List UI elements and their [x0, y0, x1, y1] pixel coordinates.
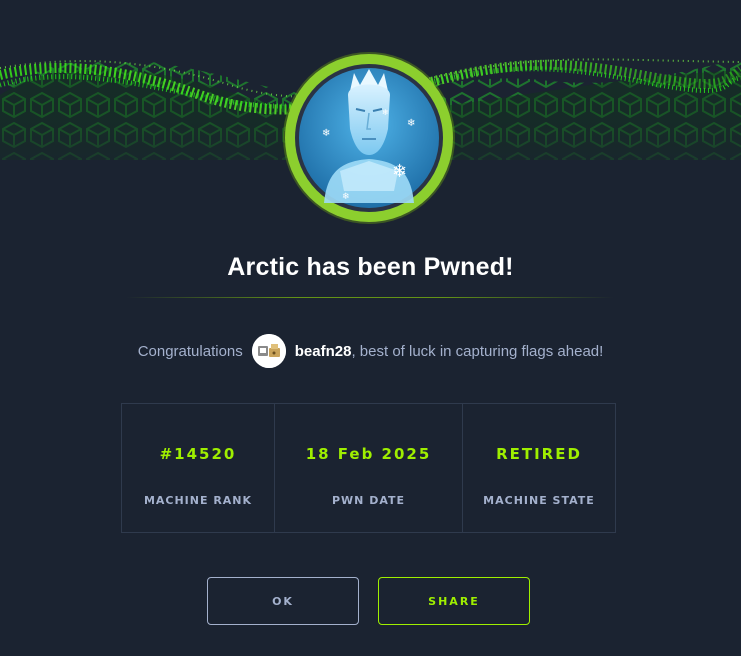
stat-pwn-date: 18 Feb 2025 PWN DATE	[274, 404, 462, 532]
svg-text:❄: ❄	[407, 118, 415, 129]
stat-machine-rank: #14520 MACHINE RANK	[122, 404, 274, 532]
pwn-date-label: PWN DATE	[331, 494, 406, 507]
machine-rank-label: MACHINE RANK	[143, 494, 253, 507]
user-avatar	[251, 334, 286, 368]
stat-machine-state: RETIRED MACHINE STATE	[462, 404, 615, 532]
svg-text:❄: ❄	[322, 128, 330, 139]
ok-button[interactable]: OK	[207, 577, 359, 625]
dialog-title: Arctic has been Pwned!	[227, 253, 514, 281]
congrats-prefix: Congratulations	[137, 342, 243, 360]
machine-avatar: ❄ ❄ ❄ ❄ ❄	[282, 51, 456, 225]
svg-text:❄: ❄	[382, 108, 389, 117]
title-divider	[126, 297, 614, 298]
congrats-suffix: , best of luck in capturing flags ahead!	[351, 342, 604, 360]
username[interactable]: beafn28	[295, 343, 352, 360]
user-avatar-icon	[251, 334, 286, 368]
machine-state-label: MACHINE STATE	[483, 494, 595, 507]
pwn-date-value: 18 Feb 2025	[305, 445, 432, 463]
ice-king-icon: ❄ ❄ ❄ ❄ ❄	[283, 52, 455, 224]
svg-text:❄: ❄	[392, 161, 407, 182]
stats-panel: #14520 MACHINE RANK 18 Feb 2025 PWN DATE…	[121, 403, 616, 533]
machine-state-value: RETIRED	[496, 445, 582, 463]
svg-text:❄: ❄	[342, 192, 350, 202]
machine-rank-value: #14520	[159, 445, 237, 463]
congrats-message: Congratulations beafn28 , best of luck i…	[0, 333, 741, 369]
share-button[interactable]: SHARE	[378, 577, 530, 625]
